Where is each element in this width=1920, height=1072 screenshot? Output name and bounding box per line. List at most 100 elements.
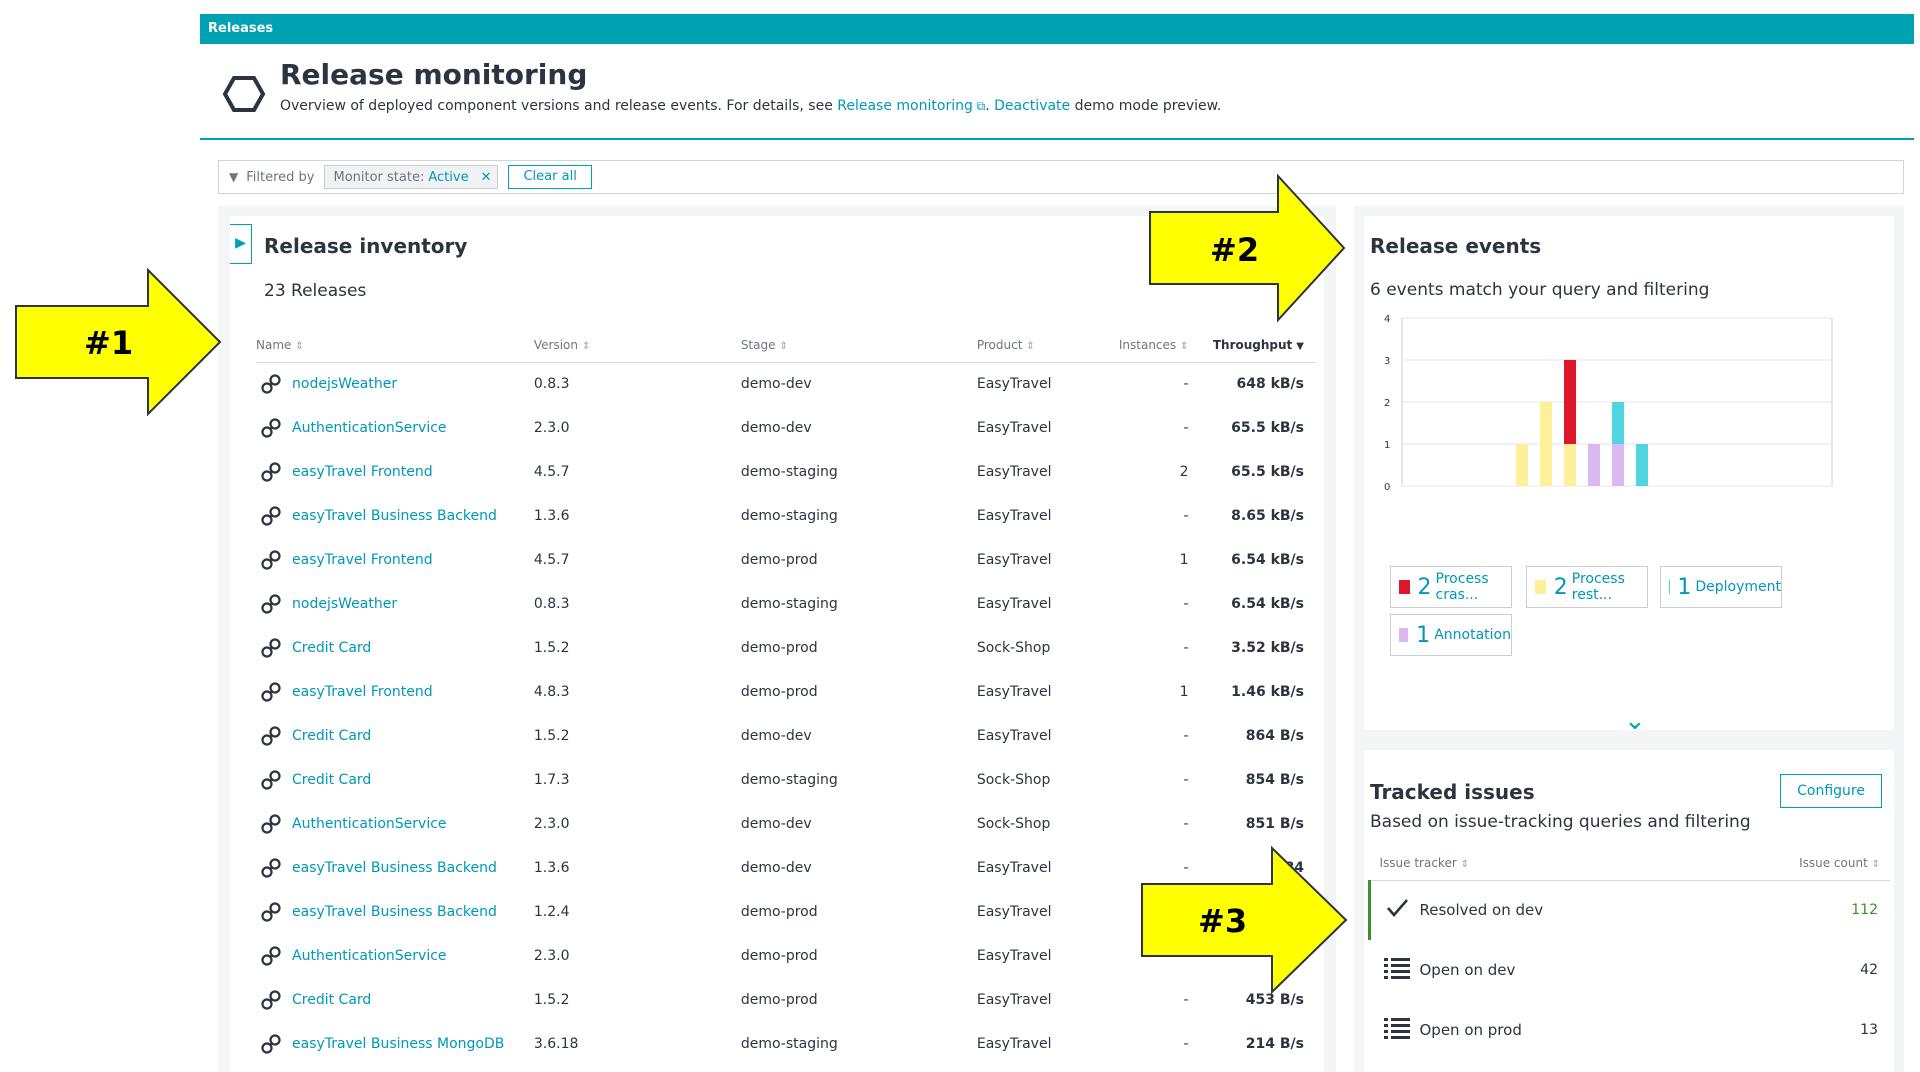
release-name-link[interactable]: easyTravel Business MongoDB [292, 1036, 504, 1052]
release-name-link[interactable]: easyTravel Business Backend [292, 508, 497, 524]
throughput-cell: 8.65 kB/s [1231, 508, 1304, 524]
bar-segment [1612, 402, 1624, 444]
col-issue-count[interactable]: Issue count ⇕ [1678, 846, 1890, 881]
clear-all-button[interactable]: Clear all [508, 165, 592, 189]
table-row[interactable]: AuthenticationService 2.3.0 demo-dev EasyTr… [256, 406, 1316, 450]
page-subtitle: Overview of deployed component versions … [280, 98, 1222, 114]
table-row[interactable]: easyTravel Business Backend 1.3.6 demo-sta… [256, 494, 1316, 538]
configure-button[interactable]: Configure [1780, 774, 1882, 808]
release-name-cell: easyTravel Business Backend [256, 846, 534, 890]
product-cell: EasyTravel [976, 508, 1052, 524]
release-name-link[interactable]: Credit Card [292, 992, 371, 1008]
release-name-cell: AuthenticationService [256, 934, 534, 978]
release-name-link[interactable]: AuthenticationService [292, 948, 447, 964]
release-name-link[interactable]: nodejsWeather [292, 596, 397, 612]
table-row[interactable]: easyTravel Business MongoDB 3.6.18 demo-st… [256, 1022, 1316, 1066]
col-instances[interactable]: Instances ⇕ [1099, 328, 1201, 363]
release-name-link[interactable]: Credit Card [292, 728, 371, 744]
release-name-link[interactable]: nodejsWeather [292, 376, 397, 392]
instances-cell: - [1183, 376, 1189, 393]
table-row[interactable]: AuthenticationService 2.3.0 demo-dev Sock-S… [256, 802, 1316, 846]
stage-cell: demo-prod [740, 640, 818, 656]
release-monitoring-page: Releases Release monitoring Overview of … [200, 14, 1914, 1072]
component-icon [260, 989, 282, 1011]
table-row[interactable]: nodejsWeather 0.8.3 demo-dev EasyTravel - 648… [256, 362, 1316, 406]
expand-toggle-icon[interactable]: ▶ [230, 224, 252, 264]
issue-label: Resolved on dev [1419, 901, 1544, 920]
col-product[interactable]: Product ⇕ [976, 328, 1100, 363]
component-icon [260, 857, 282, 879]
col-name[interactable]: Name ⇕ [256, 328, 534, 363]
col-stage[interactable]: Stage ⇕ [740, 328, 977, 363]
release-name-link[interactable]: easyTravel Business Backend [292, 860, 497, 876]
release-name-cell: Credit Card [256, 978, 534, 1022]
release-name-link[interactable]: easyTravel Frontend [292, 552, 433, 568]
issue-row[interactable]: Open on dev 42 [1370, 940, 1891, 1000]
table-row[interactable]: nodejsWeather 0.8.3 demo-staging EasyTravel… [256, 582, 1316, 626]
col-version[interactable]: Version ⇕ [533, 328, 741, 363]
table-row[interactable]: easyTravel Frontend 4.5.7 demo-prod EasyTra… [256, 538, 1316, 582]
y-tick-label: 0 [1384, 482, 1390, 493]
release-name-cell: Credit Card [256, 626, 534, 670]
instances-cell: 1 [1179, 552, 1189, 568]
arrow-1-label: #1 [84, 324, 133, 362]
product-cell: EasyTravel [976, 376, 1052, 393]
release-name-link[interactable]: easyTravel Frontend [292, 684, 433, 700]
table-row[interactable]: easyTravel Frontend 4.5.7 demo-staging Easy… [256, 450, 1316, 494]
annotation-arrow-2: #2 [1149, 174, 1346, 323]
version-cell: 4.8.3 [533, 684, 570, 700]
issue-label: Open on dev [1419, 961, 1516, 979]
legend-item[interactable]: 1 Deployment [1660, 566, 1782, 608]
version-cell: 1.3.6 [533, 860, 570, 876]
release-monitoring-link[interactable]: Release monitoring [837, 98, 973, 114]
events-chart[interactable]: 0123412:0026. Apr12:0027. Apr12:0028. Ap… [1364, 306, 1894, 496]
product-cell: EasyTravel [976, 596, 1052, 612]
legend-item[interactable]: 2 Process cras... [1390, 566, 1512, 608]
issue-row[interactable]: Open on prod 13 [1370, 1000, 1891, 1060]
release-name-link[interactable]: AuthenticationService [292, 816, 447, 832]
filter-bar[interactable]: ▼ Filtered by Monitor state: Active ✕ Cl… [218, 160, 1904, 194]
release-name-link[interactable]: easyTravel Frontend [292, 464, 433, 480]
release-name-link[interactable]: Credit Card [292, 640, 371, 656]
table-row[interactable]: Credit Card 1.5.2 demo-prod Sock-Shop - 3.52 … [256, 626, 1316, 670]
version-cell: 1.3.6 [533, 508, 570, 524]
release-name-cell: nodejsWeather [256, 582, 534, 626]
deactivate-link[interactable]: Deactivate [994, 98, 1070, 114]
release-name-cell: easyTravel Business MongoDB [256, 1022, 534, 1066]
issue-row[interactable]: Resolved on dev 112 [1368, 880, 1891, 940]
release-name-link[interactable]: easyTravel Business Backend [292, 904, 497, 920]
inventory-title: Release inventory [264, 234, 468, 258]
breadcrumb[interactable]: Releases [200, 14, 1914, 44]
product-cell: EasyTravel [976, 552, 1052, 568]
col-throughput[interactable]: Throughput ▼ [1200, 328, 1316, 363]
legend-item[interactable]: 1 Annotation [1390, 614, 1512, 656]
product-cell: EasyTravel [976, 904, 1052, 920]
release-name-cell: easyTravel Frontend [256, 538, 534, 582]
stage-cell: demo-staging [740, 464, 838, 480]
filter-label: Filtered by [246, 169, 315, 185]
table-row[interactable]: Credit Card 1.5.2 demo-dev EasyTravel - 864 B… [256, 714, 1316, 758]
release-name-cell: Credit Card [256, 714, 534, 758]
component-icon [260, 417, 282, 439]
issue-count: 13 [1860, 1022, 1878, 1038]
issue-label: Open on prod [1419, 1021, 1522, 1039]
throughput-cell: 854 B/s [1245, 772, 1304, 788]
component-icon [260, 681, 282, 703]
version-cell: 2.3.0 [533, 420, 570, 436]
hexagon-icon [222, 76, 266, 112]
legend-item[interactable]: 2 Process rest... [1526, 566, 1648, 608]
col-issue-tracker[interactable]: Issue tracker ⇕ [1369, 846, 1679, 881]
table-row[interactable]: easyTravel Frontend 4.8.3 demo-prod EasyTra… [256, 670, 1316, 714]
throughput-cell: 864 B/s [1245, 728, 1304, 744]
release-name-link[interactable]: AuthenticationService [292, 420, 447, 436]
version-cell: 3.6.18 [533, 1036, 579, 1052]
chevron-down-icon[interactable]: ⌄ [1624, 706, 1646, 736]
list-icon [1370, 940, 1420, 1000]
filter-chip[interactable]: Monitor state: Active ✕ [324, 165, 499, 189]
table-row[interactable]: Credit Card 1.7.3 demo-staging Sock-Shop - 85… [256, 758, 1316, 802]
release-name-cell: Credit Card [256, 758, 534, 802]
throughput-cell: 851 B/s [1245, 816, 1304, 832]
instances-cell: 1 [1179, 684, 1189, 700]
remove-filter-icon[interactable]: ✕ [481, 170, 492, 185]
release-name-link[interactable]: Credit Card [292, 772, 371, 788]
